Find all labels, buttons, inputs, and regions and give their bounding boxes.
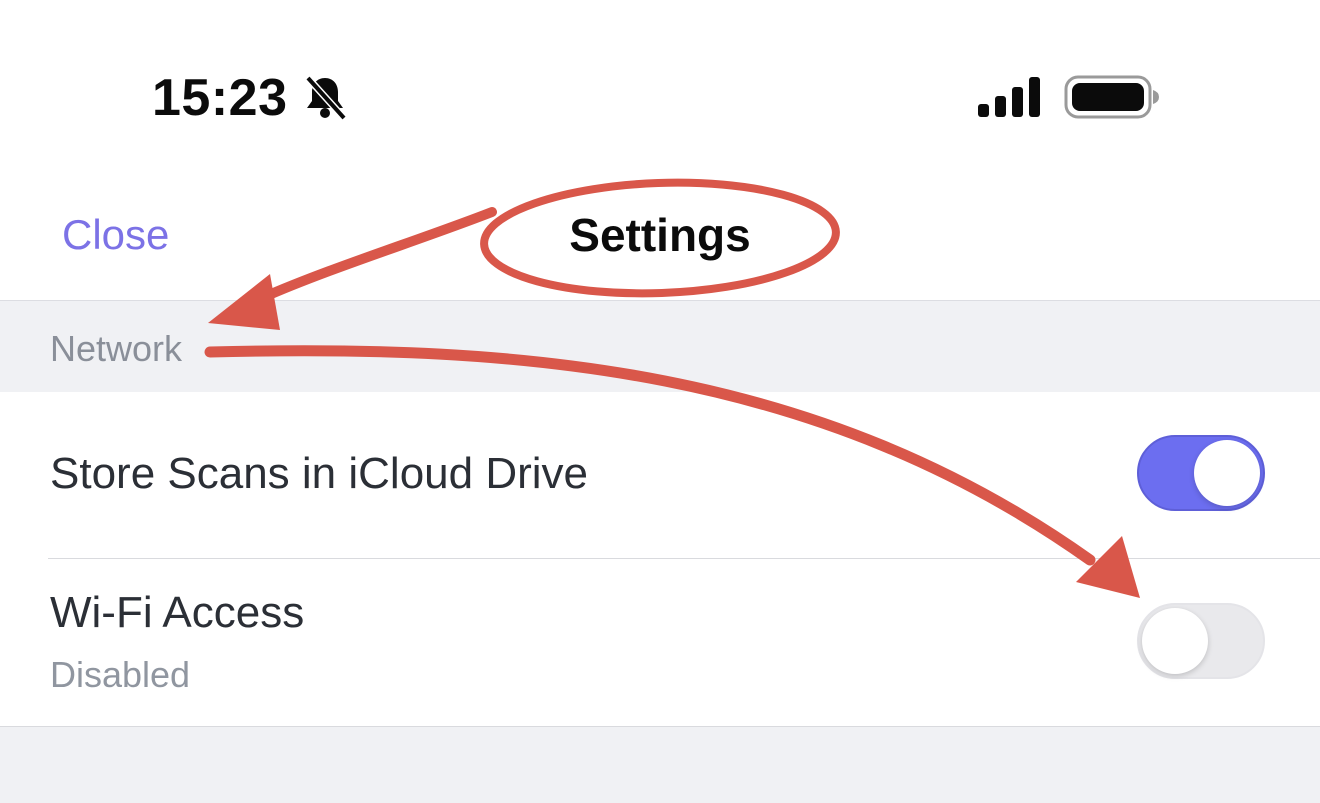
cellular-signal-icon xyxy=(978,77,1040,117)
section-header xyxy=(0,300,1320,393)
settings-list xyxy=(0,392,1320,726)
toggle-knob xyxy=(1194,440,1260,506)
battery-icon xyxy=(1064,75,1159,119)
toggle-knob xyxy=(1142,608,1208,674)
icloud-drive-row-label: Store Scans in iCloud Drive xyxy=(50,449,589,498)
list-footer-background xyxy=(0,726,1320,803)
section-header-label: Network xyxy=(50,328,183,369)
wifi-access-status: Disabled xyxy=(50,654,191,695)
status-time: 15:23 xyxy=(152,69,288,127)
wifi-access-toggle[interactable] xyxy=(1137,603,1265,679)
wifi-access-row-label: Wi-Fi Access xyxy=(50,588,305,637)
bell-slash-icon xyxy=(305,75,347,120)
icloud-drive-toggle[interactable] xyxy=(1137,435,1265,511)
page-title: Settings xyxy=(569,209,751,261)
row-divider xyxy=(48,558,1320,559)
